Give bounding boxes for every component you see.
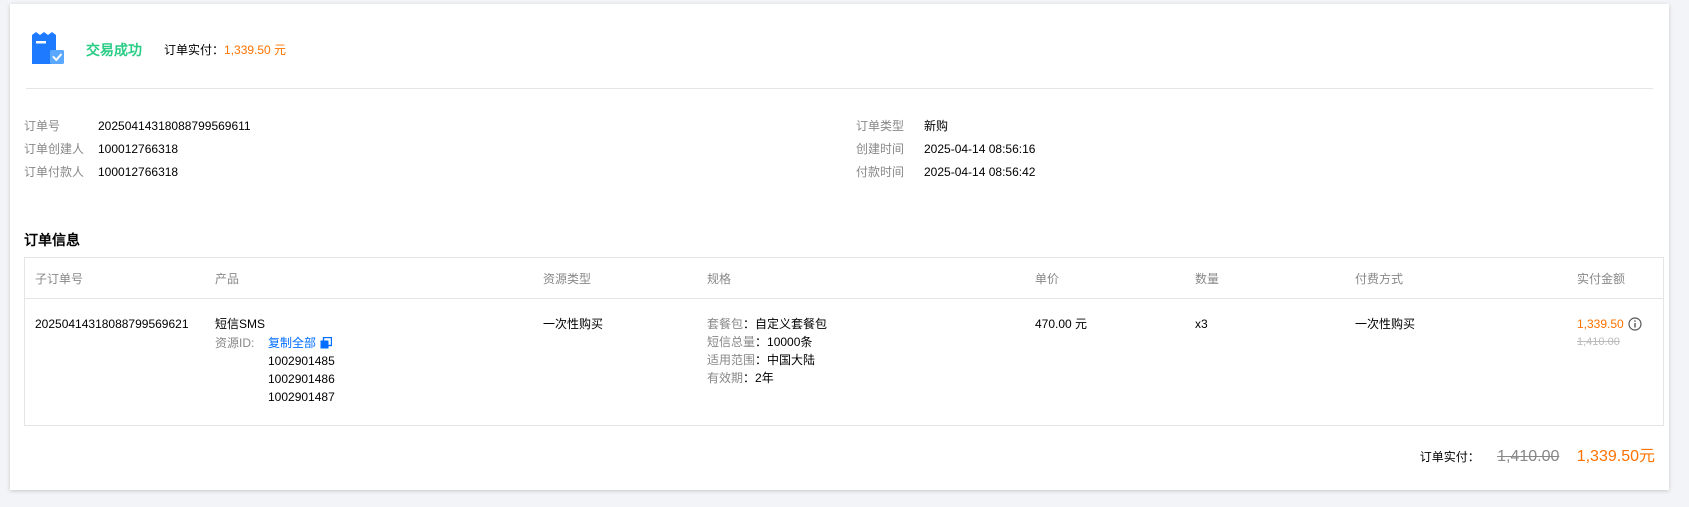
- meta-label: 付款时间: [856, 165, 905, 179]
- meta-label: 订单号: [24, 119, 61, 133]
- resource-id: 1002901487: [268, 390, 335, 404]
- row-original-amount: 1,410.00: [1577, 336, 1620, 348]
- total-original: 1,410.00: [1497, 448, 1560, 465]
- meta-value: 20250414318088799569611: [98, 119, 251, 133]
- th-paid-amount: 实付金额: [1577, 272, 1626, 286]
- meta-label: 订单创建人: [24, 142, 85, 156]
- th-sub-order: 子订单号: [35, 272, 84, 286]
- payment-method: 一次性购买: [1355, 317, 1416, 331]
- order-total-bar: 订单实付： 1,410.00 1,339.50元: [1420, 442, 1655, 466]
- copy-all-label: 复制全部: [268, 336, 317, 350]
- total-label: 订单实付：: [1419, 450, 1480, 464]
- quantity: x3: [1195, 317, 1208, 331]
- th-quantity: 数量: [1195, 272, 1220, 286]
- spec-label: 套餐包: [707, 317, 744, 331]
- copy-icon: [320, 337, 333, 349]
- resource-type: 一次性购买: [543, 317, 604, 331]
- spec-value: 10000条: [767, 335, 813, 349]
- row-paid-amount: 1,339.50: [1577, 315, 1642, 333]
- meta-value: 100012766318: [98, 142, 179, 156]
- order-receipt-check-icon: [32, 32, 64, 64]
- divider: [26, 88, 1653, 89]
- info-icon[interactable]: [1628, 317, 1642, 331]
- row-paid-value: 1,339.50: [1577, 317, 1624, 331]
- meta-value: 2025-04-14 08:56:16: [924, 142, 1036, 156]
- meta-value: 新购: [924, 119, 949, 133]
- order-detail-card: 交易成功 订单实付：1,339.50 元 订单号 202504143180887…: [10, 4, 1669, 490]
- sub-order-id: 20250414318088799569621: [35, 317, 189, 331]
- th-resource-type: 资源类型: [543, 272, 592, 286]
- meta-label: 订单类型: [856, 119, 905, 133]
- spec-label: 短信总量: [707, 335, 756, 349]
- status-title: 交易成功: [86, 42, 142, 58]
- th-product: 产品: [215, 272, 240, 286]
- resource-id-label: 资源ID:: [215, 336, 255, 350]
- meta-label: 创建时间: [856, 142, 905, 156]
- spec-label: 适用范围: [707, 353, 756, 367]
- spec-item: 有效期：2年: [707, 371, 774, 385]
- spec-value: 2年: [755, 371, 774, 385]
- spec-item: 套餐包：自定义套餐包: [707, 317, 828, 331]
- spec-label: 有效期: [707, 371, 744, 385]
- section-title: 订单信息: [24, 232, 80, 248]
- resource-id: 1002901485: [268, 354, 335, 368]
- paid-label: 订单实付：: [164, 43, 225, 57]
- spec-item: 适用范围：中国大陆: [707, 353, 816, 367]
- th-payment-method: 付费方式: [1355, 272, 1404, 286]
- copy-all-button[interactable]: 复制全部: [268, 334, 333, 352]
- total-final: 1,339.50元: [1576, 448, 1655, 465]
- meta-value: 2025-04-14 08:56:42: [924, 165, 1036, 179]
- order-table: 子订单号 产品 资源类型 规格 单价 数量 付费方式 实付金额 20250414…: [24, 257, 1664, 426]
- resource-id: 1002901486: [268, 372, 335, 386]
- table-header: 子订单号 产品 资源类型 规格 单价 数量 付费方式 实付金额: [25, 258, 1663, 299]
- th-unit-price: 单价: [1035, 272, 1060, 286]
- spec-item: 短信总量：10000条: [707, 335, 813, 349]
- paid-amount: 1,339.50 元: [224, 43, 287, 57]
- th-spec: 规格: [707, 272, 732, 286]
- meta-label: 订单付款人: [24, 165, 85, 179]
- paid-summary: 订单实付：1,339.50 元: [164, 41, 286, 58]
- spec-value: 自定义套餐包: [755, 317, 828, 331]
- spec-value: 中国大陆: [767, 353, 816, 367]
- order-status-bar: 交易成功 订单实付：1,339.50 元: [10, 4, 1669, 88]
- meta-value: 100012766318: [98, 165, 179, 179]
- unit-price: 470.00 元: [1035, 317, 1088, 331]
- product-name: 短信SMS: [215, 317, 266, 331]
